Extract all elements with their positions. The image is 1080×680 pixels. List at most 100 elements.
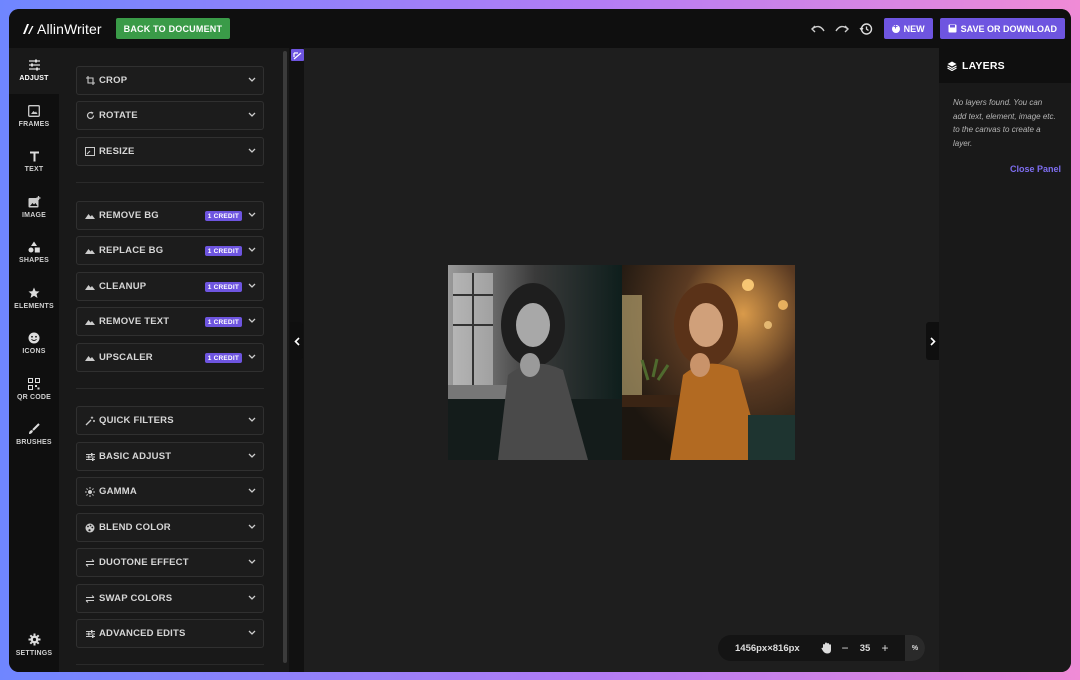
- mountain-icon: [85, 317, 95, 327]
- chevron-down-icon: [248, 212, 256, 217]
- tool-label: REPLACE BG: [99, 245, 164, 256]
- rail-item-frames[interactable]: FRAMES: [9, 94, 59, 140]
- new-button-label: NEW: [903, 23, 925, 34]
- sliders-icon: [28, 59, 40, 71]
- credit-badge: 1 CREDIT: [204, 317, 242, 327]
- canvas-dimensions: 1456px×816px: [735, 642, 800, 654]
- rail-label: ICONS: [22, 348, 46, 356]
- tool-blend-color[interactable]: BLEND COLOR: [76, 513, 264, 542]
- tool-rotate[interactable]: ROTATE: [76, 101, 264, 130]
- tool-label: ADVANCED EDITS: [99, 628, 186, 639]
- layers-empty-message: No layers found. You can add text, eleme…: [953, 98, 1056, 148]
- divider: [76, 388, 264, 389]
- layers-icon: [947, 61, 957, 71]
- zoom-value[interactable]: 35: [853, 643, 877, 654]
- save-button-label: SAVE OR DOWNLOAD: [960, 23, 1057, 34]
- divider: [76, 182, 264, 183]
- tool-replace-bg[interactable]: REPLACE BG 1 CREDIT: [76, 236, 264, 265]
- text-icon: [29, 151, 39, 162]
- collapse-tools-button[interactable]: [290, 322, 303, 360]
- rail-label: BRUSHES: [16, 439, 52, 447]
- swap-icon: [85, 558, 95, 568]
- credit-badge: 1 CREDIT: [204, 282, 242, 292]
- tool-label: QUICK FILTERS: [99, 415, 174, 426]
- tool-label: DUOTONE EFFECT: [99, 557, 189, 568]
- resize-icon: [85, 147, 95, 157]
- tool-basic-adjust[interactable]: BASIC ADJUST: [76, 442, 264, 471]
- chevron-down-icon: [248, 417, 256, 422]
- credit-badge: 1 CREDIT: [204, 211, 242, 221]
- save-icon: [948, 24, 957, 33]
- zoom-out-button[interactable]: −: [837, 641, 853, 655]
- tool-remove-bg[interactable]: REMOVE BG 1 CREDIT: [76, 201, 264, 230]
- shapes-icon: [28, 241, 40, 253]
- mountain-icon: [85, 246, 95, 256]
- rail-item-icons[interactable]: ICONS: [9, 321, 59, 367]
- rail-item-shapes[interactable]: SHAPES: [9, 230, 59, 276]
- tool-cleanup[interactable]: CLEANUP 1 CREDIT: [76, 272, 264, 301]
- hand-pan-icon[interactable]: [815, 642, 837, 654]
- rail-item-text[interactable]: TEXT: [9, 139, 59, 185]
- tool-remove-text[interactable]: REMOVE TEXT 1 CREDIT: [76, 307, 264, 336]
- tool-duotone-effect[interactable]: DUOTONE EFFECT: [76, 548, 264, 577]
- sliders-icon: [85, 629, 95, 639]
- undo-icon[interactable]: [807, 18, 829, 40]
- magic-wand-icon: [85, 416, 95, 426]
- rail-item-settings[interactable]: SETTINGS: [9, 623, 59, 669]
- back-to-document-button[interactable]: BACK TO DOCUMENT: [115, 18, 231, 39]
- star-icon: [28, 287, 40, 298]
- mountain-icon: [85, 211, 95, 221]
- tool-upscaler[interactable]: UPSCALER 1 CREDIT: [76, 343, 264, 372]
- tool-label: CLEANUP: [99, 281, 147, 292]
- save-or-download-button[interactable]: SAVE OR DOWNLOAD: [939, 18, 1065, 39]
- chevron-down-icon: [248, 630, 256, 635]
- canvas-image[interactable]: [448, 265, 795, 460]
- smiley-icon: [28, 332, 40, 344]
- tool-advanced-edits[interactable]: ADVANCED EDITS: [76, 619, 264, 648]
- palette-icon: [85, 523, 95, 533]
- tool-swap-colors[interactable]: SWAP COLORS: [76, 584, 264, 613]
- tools-scroll-track: [289, 48, 304, 672]
- rail-label: FRAMES: [18, 120, 50, 128]
- chevron-down-icon: [248, 148, 256, 153]
- rail-item-adjust[interactable]: ADJUST: [9, 48, 59, 94]
- collapse-layers-button[interactable]: [926, 322, 939, 360]
- chevron-down-icon: [248, 112, 256, 117]
- logo[interactable]: AllinWriter: [21, 21, 102, 37]
- credit-badge: 1 CREDIT: [204, 246, 242, 256]
- tool-gamma[interactable]: GAMMA: [76, 477, 264, 506]
- chevron-down-icon: [248, 559, 256, 564]
- tool-label: CROP: [99, 75, 128, 86]
- divider: [76, 664, 264, 665]
- history-icon[interactable]: [855, 18, 877, 40]
- credit-badge: 1 CREDIT: [204, 353, 242, 363]
- qr-code-icon: [28, 377, 40, 390]
- logo-text: AllinWriter: [37, 20, 102, 37]
- tool-label: ROTATE: [99, 110, 138, 121]
- rail-item-elements[interactable]: ELEMENTS: [9, 276, 59, 322]
- rail-item-image[interactable]: IMAGE: [9, 185, 59, 231]
- tool-resize[interactable]: RESIZE: [76, 137, 264, 166]
- rail-item-brushes[interactable]: BRUSHES: [9, 412, 59, 458]
- chevron-down-icon: [248, 524, 256, 529]
- tool-quick-filters[interactable]: QUICK FILTERS: [76, 406, 264, 435]
- gear-icon: [28, 633, 40, 646]
- zoom-in-button[interactable]: +: [877, 641, 893, 655]
- rail-label: TEXT: [24, 165, 44, 173]
- new-button[interactable]: NEW: [883, 18, 933, 39]
- tools-scrollbar[interactable]: [283, 51, 287, 663]
- chevron-down-icon: [248, 453, 256, 458]
- tool-label: GAMMA: [99, 486, 137, 497]
- chevron-down-icon: [248, 77, 256, 82]
- mountain-icon: [85, 282, 95, 292]
- rail-item-qr-code[interactable]: QR CODE: [9, 367, 59, 413]
- redo-icon[interactable]: [831, 18, 853, 40]
- swap-icon: [85, 594, 95, 604]
- tool-crop[interactable]: CROP: [76, 66, 264, 95]
- chevron-left-icon: [293, 336, 300, 346]
- tool-label: REMOVE TEXT: [99, 316, 170, 327]
- zoom-bar: 1456px×816px − 35 + %: [718, 635, 925, 661]
- close-panel-link[interactable]: Close Panel: [1010, 164, 1061, 174]
- mountain-icon: [85, 353, 95, 363]
- rail-label: ADJUST: [19, 75, 49, 83]
